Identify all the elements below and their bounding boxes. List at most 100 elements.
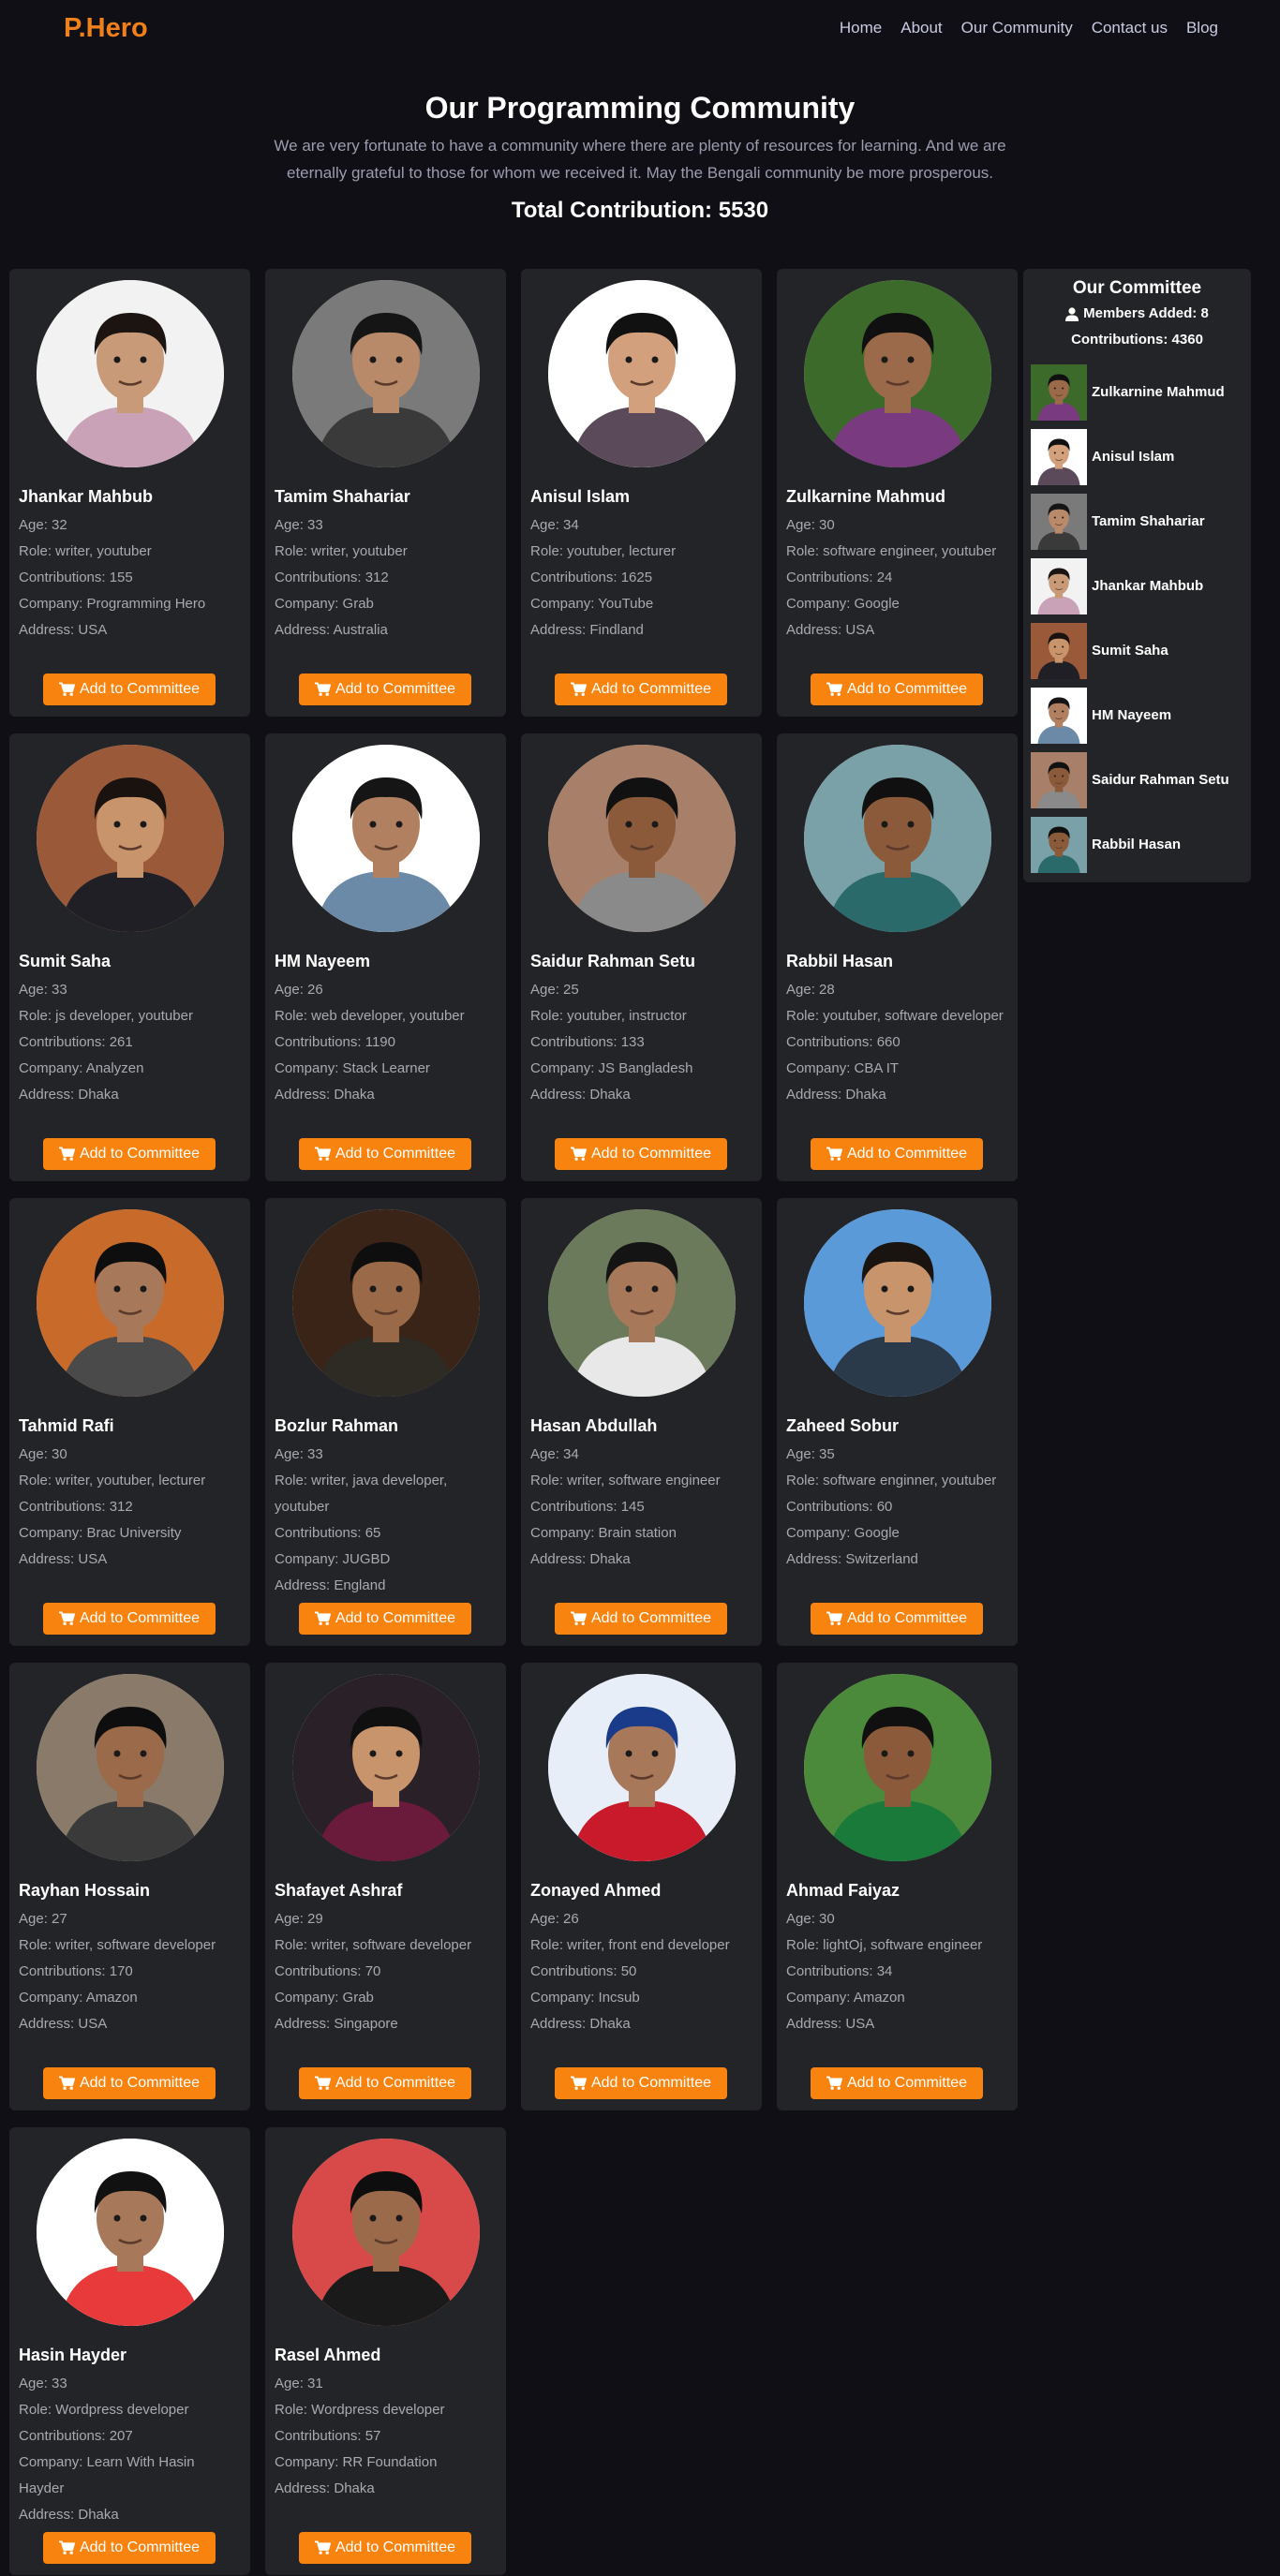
- member-address: Address: USA: [19, 2016, 108, 2032]
- member-company: Company: Stack Learner: [275, 1060, 430, 1076]
- member-name: Rasel Ahmed: [275, 2346, 381, 2364]
- member-info: Age: 32 Role: writer, youtuber Contributio…: [19, 512, 241, 644]
- committee-member: Sumit Saha: [1031, 618, 1251, 683]
- committee-member: Saidur Rahman Setu: [1031, 748, 1251, 812]
- committee-panel: Our Committee Members Added: 8 Contribut…: [1023, 269, 1251, 882]
- member-photo: [291, 745, 480, 932]
- nav-link-blog[interactable]: Blog: [1186, 19, 1218, 37]
- member-role: Role: Wordpress developer: [275, 2402, 445, 2418]
- add-button-label: Add to Committee: [846, 681, 968, 697]
- page-title: Our Programming Community: [424, 91, 856, 125]
- add-to-committee-button[interactable]: Add to Committee: [555, 674, 727, 705]
- member-role: Role: writer, software developer: [275, 1937, 472, 1953]
- member-address: Address: Switzerland: [786, 1551, 918, 1567]
- member-address: Address: England: [275, 1577, 386, 1593]
- member-photo: [547, 745, 736, 932]
- member-role: Role: software engineer, youtuber: [786, 543, 997, 559]
- add-button-label: Add to Committee: [79, 681, 201, 697]
- member-photo: [803, 280, 991, 467]
- add-to-committee-button[interactable]: Add to Committee: [299, 674, 471, 705]
- member-age: Age: 33: [275, 517, 323, 533]
- member-name: Zulkarnine Mahmud: [786, 487, 946, 506]
- member-age: Age: 34: [530, 1446, 579, 1462]
- member-contributions: Contributions: 60: [786, 1499, 893, 1515]
- member-company: Company: Brac University: [19, 1525, 182, 1541]
- committee-member-name: Anisul Islam: [1092, 449, 1175, 465]
- committee-member-name: Rabbil Hasan: [1092, 836, 1182, 852]
- member-company: Company: Incsub: [530, 1990, 640, 2006]
- add-button-label: Add to Committee: [335, 1146, 456, 1162]
- nav-link-community[interactable]: Our Community: [961, 19, 1073, 37]
- add-button-label: Add to Committee: [335, 2539, 456, 2555]
- member-name: Shafayet Ashraf: [275, 1881, 403, 1900]
- member-age: Age: 34: [530, 517, 579, 533]
- member-photo: [803, 1209, 991, 1397]
- total-contribution: Total Contribution: 5530: [511, 198, 769, 223]
- member-info: Age: 34 Role: writer, software engineer Co…: [530, 1442, 752, 1573]
- add-button-label: Add to Committee: [335, 2075, 456, 2091]
- site-logo[interactable]: P.Hero: [64, 13, 148, 44]
- members-added-text: Members Added: 8: [1083, 305, 1209, 321]
- cart-icon: [58, 2076, 75, 2090]
- member-photo: [36, 1209, 224, 1397]
- member-company: Company: JUGBD: [275, 1551, 391, 1567]
- add-to-committee-button[interactable]: Add to Committee: [43, 2532, 216, 2564]
- member-card: Jhankar Mahbub Age: 32 Role: writer, youtu…: [9, 269, 250, 717]
- member-card: Ahmad Faiyaz Age: 30 Role: lightOj, softwa…: [777, 1663, 1018, 2110]
- cart-icon: [314, 1147, 331, 1161]
- member-info: Age: 29 Role: writer, software developer C…: [275, 1906, 497, 2037]
- member-address: Address: Dhaka: [530, 2016, 631, 2032]
- member-address: Address: Singapore: [275, 2016, 398, 2032]
- add-to-committee-button[interactable]: Add to Committee: [43, 1603, 216, 1635]
- member-contributions: Contributions: 1625: [530, 570, 653, 585]
- add-to-committee-button[interactable]: Add to Committee: [299, 1138, 471, 1170]
- member-info: Age: 31 Role: Wordpress developer Contribu…: [275, 2371, 497, 2502]
- cart-icon: [826, 1147, 842, 1161]
- member-info: Age: 35 Role: software enginner, youtuber…: [786, 1442, 1008, 1573]
- add-to-committee-button[interactable]: Add to Committee: [43, 2067, 216, 2099]
- add-to-committee-button[interactable]: Add to Committee: [299, 2532, 471, 2564]
- add-to-committee-button[interactable]: Add to Committee: [555, 1138, 727, 1170]
- member-card: Sumit Saha Age: 33 Role: js developer, you…: [9, 733, 250, 1181]
- add-button-label: Add to Committee: [846, 1610, 968, 1626]
- cart-icon: [570, 1147, 587, 1161]
- member-address: Address: Australia: [275, 622, 388, 638]
- add-to-committee-button[interactable]: Add to Committee: [555, 2067, 727, 2099]
- member-address: Address: Dhaka: [530, 1551, 631, 1567]
- add-to-committee-button[interactable]: Add to Committee: [811, 674, 983, 705]
- committee-member: HM Nayeem: [1031, 683, 1251, 748]
- member-role: Role: writer, software developer: [19, 1937, 216, 1953]
- committee-title: Our Committee: [1072, 278, 1202, 298]
- add-to-committee-button[interactable]: Add to Committee: [299, 1603, 471, 1635]
- cart-icon: [58, 1147, 75, 1161]
- nav-link-home[interactable]: Home: [840, 19, 882, 37]
- committee-member-name: Sumit Saha: [1092, 643, 1168, 659]
- add-button-label: Add to Committee: [590, 1610, 712, 1626]
- nav-link-about[interactable]: About: [900, 19, 942, 37]
- member-company: Company: Brain station: [530, 1525, 677, 1541]
- nav-links: Home About Our Community Contact us Blog: [840, 19, 1218, 37]
- member-age: Age: 30: [19, 1446, 67, 1462]
- add-to-committee-button[interactable]: Add to Committee: [811, 1138, 983, 1170]
- member-address: Address: USA: [19, 1551, 108, 1567]
- hero-section: Our Programming Community We are very fo…: [0, 58, 1280, 224]
- member-contributions: Contributions: 312: [275, 570, 389, 585]
- add-to-committee-button[interactable]: Add to Committee: [555, 1603, 727, 1635]
- member-info: Age: 30 Role: software engineer, youtuber…: [786, 512, 1008, 644]
- add-to-committee-button[interactable]: Add to Committee: [811, 2067, 983, 2099]
- add-to-committee-button[interactable]: Add to Committee: [43, 1138, 216, 1170]
- add-to-committee-button[interactable]: Add to Committee: [811, 1603, 983, 1635]
- member-address: Address: Findland: [530, 622, 644, 638]
- user-icon: [1065, 306, 1079, 321]
- member-role: Role: youtuber, lecturer: [530, 543, 677, 559]
- nav-link-contact[interactable]: Contact us: [1092, 19, 1168, 37]
- add-to-committee-button[interactable]: Add to Committee: [299, 2067, 471, 2099]
- member-contributions: Contributions: 65: [275, 1525, 381, 1541]
- member-role: Role: software enginner, youtuber: [786, 1473, 997, 1488]
- cart-icon: [58, 682, 75, 696]
- member-name: Sumit Saha: [19, 952, 112, 970]
- cart-icon: [58, 2540, 75, 2554]
- member-name: HM Nayeem: [275, 952, 371, 970]
- member-contributions: Contributions: 70: [275, 1963, 381, 1979]
- add-to-committee-button[interactable]: Add to Committee: [43, 674, 216, 705]
